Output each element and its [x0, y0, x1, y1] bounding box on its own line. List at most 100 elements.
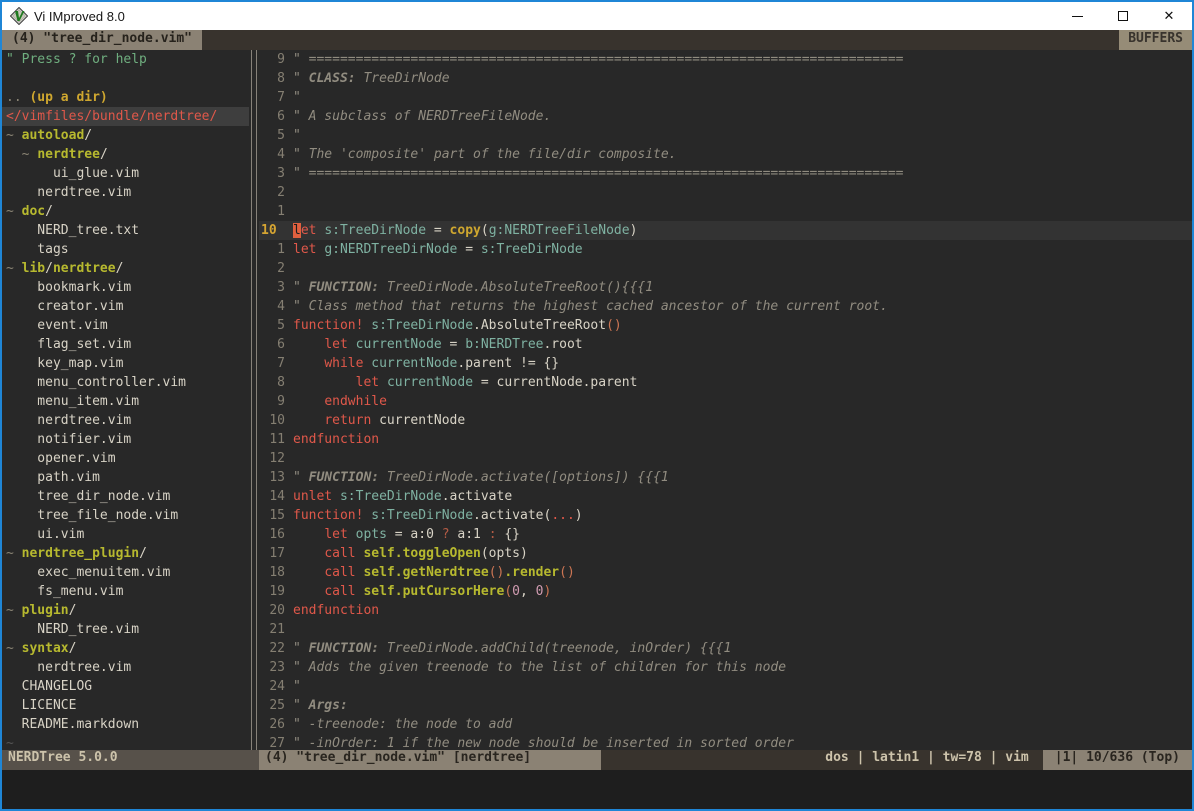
token-cm: "	[293, 641, 309, 656]
minimize-button[interactable]	[1054, 2, 1100, 30]
tree-item[interactable]: ~ nerdtree_plugin/	[2, 544, 249, 563]
tree-item[interactable]: tree_dir_node.vim	[2, 487, 249, 506]
tree-item[interactable]: ~ nerdtree/	[2, 145, 249, 164]
line-number: 23	[259, 658, 285, 677]
code-line[interactable]: 18 call self.getNerdtree().render()	[259, 563, 1192, 582]
tree-item[interactable]: ~ lib/nerdtree/	[2, 259, 249, 278]
line-text: function! s:TreeDirNode.AbsoluteTreeRoot…	[285, 316, 622, 335]
token-dim: ~	[22, 147, 38, 162]
code-line[interactable]: 4" The 'composite' part of the file/dir …	[259, 145, 1192, 164]
code-line[interactable]: 14unlet s:TreeDirNode.activate	[259, 487, 1192, 506]
tree-item-selected[interactable]: </vimfiles/bundle/nerdtree/	[2, 107, 249, 126]
token-pl: ,	[520, 584, 536, 599]
code-line[interactable]: 6 let currentNode = b:NERDTree.root	[259, 335, 1192, 354]
tree-item[interactable]: key_map.vim	[2, 354, 249, 373]
tree-item[interactable]: README.markdown	[2, 715, 249, 734]
code-line[interactable]: 2	[259, 259, 1192, 278]
code-line[interactable]: 21	[259, 620, 1192, 639]
token-pl: )	[630, 223, 638, 238]
code-line[interactable]: 24"	[259, 677, 1192, 696]
command-line[interactable]	[2, 770, 1192, 809]
token-file: nerdtree.vim	[6, 185, 131, 200]
tree-item[interactable]: tags	[2, 240, 249, 259]
tree-item[interactable]: flag_set.vim	[2, 335, 249, 354]
maximize-button[interactable]	[1100, 2, 1146, 30]
token-file: bookmark.vim	[6, 280, 131, 295]
code-line[interactable]: 15function! s:TreeDirNode.activate(...)	[259, 506, 1192, 525]
tree-item[interactable]: LICENCE	[2, 696, 249, 715]
tree-item[interactable]	[2, 69, 249, 88]
tree-item[interactable]: opener.vim	[2, 449, 249, 468]
tree-item[interactable]: ~ plugin/	[2, 601, 249, 620]
tree-item[interactable]: CHANGELOG	[2, 677, 249, 696]
code-line[interactable]: 16 let opts = a:0 ? a:1 : {}	[259, 525, 1192, 544]
code-line[interactable]: 17 call self.toggleOpen(opts)	[259, 544, 1192, 563]
close-button[interactable]: ✕	[1146, 2, 1192, 30]
code-line[interactable]: 7"	[259, 88, 1192, 107]
code-line[interactable]: 9 endwhile	[259, 392, 1192, 411]
code-line[interactable]: 19 call self.putCursorHere(0, 0)	[259, 582, 1192, 601]
line-text: " -inOrder: 1 if the new node should be …	[285, 734, 794, 750]
tree-item[interactable]: exec_menuitem.vim	[2, 563, 249, 582]
tree-item[interactable]: NERD_tree.txt	[2, 221, 249, 240]
tree-item[interactable]: nerdtree.vim	[2, 411, 249, 430]
code-line[interactable]: 20endfunction	[259, 601, 1192, 620]
buffers-label[interactable]: BUFFERS	[1119, 30, 1192, 50]
editor-panel[interactable]: 9" =====================================…	[259, 50, 1192, 750]
tree-item[interactable]: bookmark.vim	[2, 278, 249, 297]
code-line[interactable]: 5"	[259, 126, 1192, 145]
nerdtree-panel[interactable]: " Press ? for help .. (up a dir)</vimfile…	[2, 50, 249, 750]
code-line[interactable]: 13" FUNCTION: TreeDirNode.activate([opti…	[259, 468, 1192, 487]
code-line[interactable]: 3" =====================================…	[259, 164, 1192, 183]
code-line[interactable]: 1let g:NERDTreeDirNode = s:TreeDirNode	[259, 240, 1192, 259]
code-line[interactable]: 8 let currentNode = currentNode.parent	[259, 373, 1192, 392]
tree-item[interactable]: ui.vim	[2, 525, 249, 544]
tree-item[interactable]: ~	[2, 734, 249, 750]
line-number: 10	[259, 221, 285, 240]
code-line[interactable]: 1	[259, 202, 1192, 221]
line-text: " Adds the given treenode to the list of…	[285, 658, 786, 677]
tree-item[interactable]: " Press ? for help	[2, 50, 249, 69]
code-line[interactable]: 27" -inOrder: 1 if the new node should b…	[259, 734, 1192, 750]
tree-item[interactable]: NERD_tree.vim	[2, 620, 249, 639]
tree-item[interactable]: notifier.vim	[2, 430, 249, 449]
tree-item[interactable]: fs_menu.vim	[2, 582, 249, 601]
tree-item[interactable]: ui_glue.vim	[2, 164, 249, 183]
token-dim: ~	[6, 641, 22, 656]
tree-item[interactable]: ~ doc/	[2, 202, 249, 221]
tree-item[interactable]: nerdtree.vim	[2, 658, 249, 677]
tree-item[interactable]: nerdtree.vim	[2, 183, 249, 202]
code-line[interactable]: 4" Class method that returns the highest…	[259, 297, 1192, 316]
tree-item[interactable]: event.vim	[2, 316, 249, 335]
code-line[interactable]: 26" -treenode: the node to add	[259, 715, 1192, 734]
code-line[interactable]: 12	[259, 449, 1192, 468]
code-line[interactable]: 2	[259, 183, 1192, 202]
line-text	[285, 259, 293, 278]
code-line-current[interactable]: 10let s:TreeDirNode = copy(g:NERDTreeFil…	[259, 221, 1192, 240]
tree-item[interactable]: menu_item.vim	[2, 392, 249, 411]
code-line[interactable]: 25" Args:	[259, 696, 1192, 715]
code-line[interactable]: 22" FUNCTION: TreeDirNode.addChild(treen…	[259, 639, 1192, 658]
code-line[interactable]: 23" Adds the given treenode to the list …	[259, 658, 1192, 677]
code-line[interactable]: 6" A subclass of NERDTreeFileNode.	[259, 107, 1192, 126]
code-line[interactable]: 10 return currentNode	[259, 411, 1192, 430]
code-line[interactable]: 11endfunction	[259, 430, 1192, 449]
token-pl: =	[442, 337, 465, 352]
tree-item[interactable]: .. (up a dir)	[2, 88, 249, 107]
code-line[interactable]: 3" FUNCTION: TreeDirNode.AbsoluteTreeRoo…	[259, 278, 1192, 297]
tree-item[interactable]: path.vim	[2, 468, 249, 487]
tree-item[interactable]: menu_controller.vim	[2, 373, 249, 392]
tree-item[interactable]: tree_file_node.vim	[2, 506, 249, 525]
code-line[interactable]: 7 while currentNode.parent != {}	[259, 354, 1192, 373]
line-text	[285, 202, 293, 221]
tree-item[interactable]: ~ syntax/	[2, 639, 249, 658]
tree-item[interactable]: ~ autoload/	[2, 126, 249, 145]
tab-tree-dir-node[interactable]: (4) "tree_dir_node.vim"	[2, 30, 202, 50]
code-line[interactable]: 5function! s:TreeDirNode.AbsoluteTreeRoo…	[259, 316, 1192, 335]
window-separator[interactable]	[249, 50, 259, 750]
code-line[interactable]: 9" =====================================…	[259, 50, 1192, 69]
token-pl	[293, 356, 324, 371]
code-line[interactable]: 8" CLASS: TreeDirNode	[259, 69, 1192, 88]
tree-item[interactable]: creator.vim	[2, 297, 249, 316]
token-cm: " Class method that returns the highest …	[293, 299, 888, 314]
